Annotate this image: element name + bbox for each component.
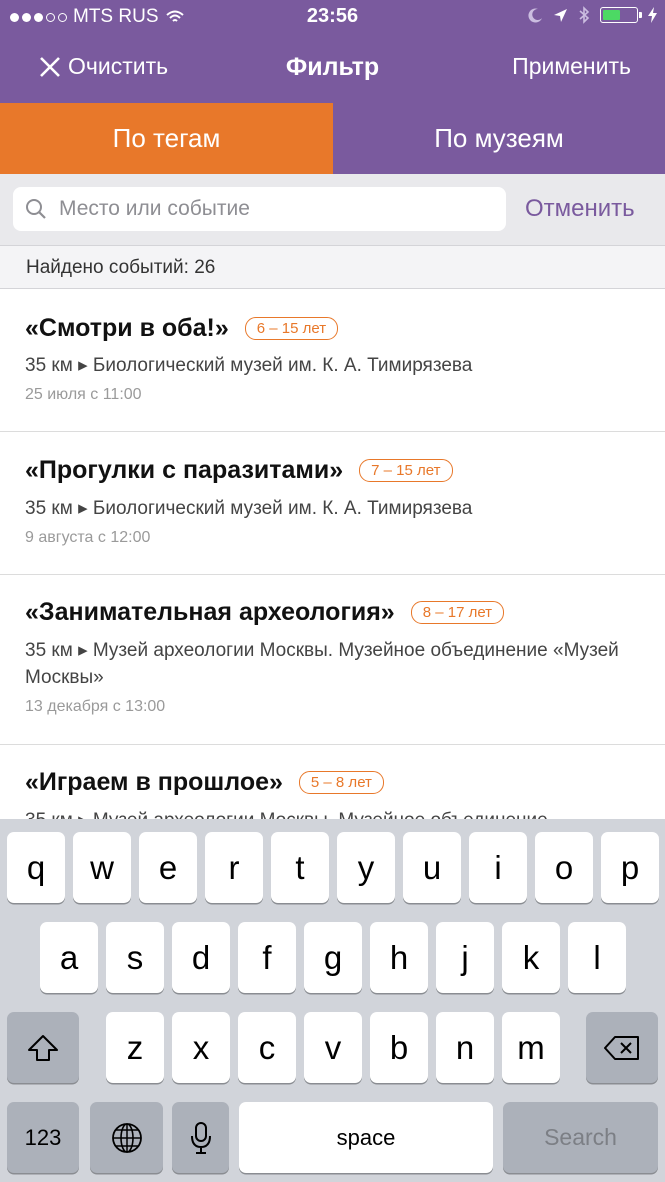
event-title: «Занимательная археология»	[25, 598, 395, 626]
event-title: «Прогулки с паразитами»	[25, 456, 344, 484]
event-title: «Играем в прошлое»	[25, 768, 283, 796]
tab-by-museums[interactable]: По музеям	[333, 103, 665, 174]
event-date: 13 декабря с 13:00	[25, 698, 166, 715]
moon-icon	[528, 8, 542, 23]
event-place: 35 км ▸ Музей археологии Москвы. Музейно…	[25, 807, 645, 819]
event-place: 35 км ▸ Музей археологии Москвы. Музейно…	[25, 640, 619, 688]
key-n[interactable]: n	[436, 1012, 494, 1083]
search-placeholder: Место или событие	[59, 197, 250, 220]
globe-icon	[111, 1122, 142, 1153]
key-q[interactable]: q	[7, 832, 65, 903]
key-k[interactable]: k	[502, 922, 560, 993]
key-b[interactable]: b	[370, 1012, 428, 1083]
key-c[interactable]: c	[238, 1012, 296, 1083]
backspace-icon	[604, 1035, 639, 1060]
search-input[interactable]: Место или событие	[13, 187, 506, 231]
location-arrow-icon	[554, 8, 567, 22]
key-t[interactable]: t	[271, 832, 329, 903]
search-icon	[26, 199, 46, 219]
key-f[interactable]: f	[238, 922, 296, 993]
list-item[interactable]: «Смотри в оба!» 6 – 15 лет 35 км ▸ Биоло…	[0, 289, 665, 432]
numbers-key[interactable]: 123	[7, 1102, 79, 1173]
key-y[interactable]: y	[337, 832, 395, 903]
key-o[interactable]: o	[535, 832, 593, 903]
shift-arrow-icon	[28, 1034, 58, 1061]
key-h[interactable]: h	[370, 922, 428, 993]
age-badge: 7 – 15 лет	[359, 459, 453, 482]
space-key[interactable]: space	[239, 1102, 493, 1173]
list-item[interactable]: «Прогулки с паразитами» 7 – 15 лет 35 км…	[0, 432, 665, 575]
key-s[interactable]: s	[106, 922, 164, 993]
apply-button[interactable]: Применить	[512, 53, 631, 80]
event-date: 9 августа с 12:00	[25, 529, 151, 546]
microphone-key[interactable]	[172, 1102, 229, 1173]
status-icons	[528, 6, 657, 24]
backspace-key[interactable]	[586, 1012, 658, 1083]
key-i[interactable]: i	[469, 832, 527, 903]
key-d[interactable]: d	[172, 922, 230, 993]
key-z[interactable]: z	[106, 1012, 164, 1083]
event-date: 25 июля с 11:00	[25, 386, 142, 403]
microphone-icon	[190, 1121, 211, 1154]
key-p[interactable]: p	[601, 832, 659, 903]
shift-key[interactable]	[7, 1012, 79, 1083]
list-item[interactable]: «Занимательная археология» 8 – 17 лет 35…	[0, 575, 665, 745]
cancel-button[interactable]: Отменить	[525, 195, 635, 223]
key-m[interactable]: m	[502, 1012, 560, 1083]
age-badge: 5 – 8 лет	[298, 771, 384, 794]
battery-icon	[600, 7, 642, 23]
age-badge: 6 – 15 лет	[244, 317, 339, 340]
globe-key[interactable]	[90, 1102, 163, 1173]
key-e[interactable]: e	[139, 832, 197, 903]
bluetooth-icon	[579, 6, 590, 24]
key-j[interactable]: j	[436, 922, 494, 993]
key-r[interactable]: r	[205, 832, 263, 903]
tab-by-tags[interactable]: По тегам	[0, 103, 333, 174]
event-title: «Смотри в оба!»	[25, 314, 229, 342]
key-a[interactable]: a	[40, 922, 98, 993]
age-badge: 8 – 17 лет	[410, 601, 505, 624]
charging-bolt-icon	[648, 7, 657, 23]
key-g[interactable]: g	[304, 922, 362, 993]
event-place: 35 км ▸ Биологический музей им. К. А. Ти…	[25, 498, 473, 519]
search-key[interactable]: Search	[503, 1102, 658, 1173]
tab-by-tags-label: По тегам	[112, 123, 221, 153]
event-place: 35 км ▸ Биологический музей им. К. А. Ти…	[25, 355, 473, 376]
results-count: Найдено событий: 26	[26, 257, 216, 278]
key-w[interactable]: w	[73, 832, 131, 903]
keyboard: q w e r t y u i o p a s d f g h j k l z …	[0, 819, 665, 1182]
key-u[interactable]: u	[403, 832, 461, 903]
key-x[interactable]: x	[172, 1012, 230, 1083]
key-l[interactable]: l	[568, 922, 626, 993]
list-item[interactable]: «Играем в прошлое» 5 – 8 лет 35 км ▸ Муз…	[0, 745, 665, 819]
key-v[interactable]: v	[304, 1012, 362, 1083]
tab-by-museums-label: По музеям	[434, 123, 564, 153]
